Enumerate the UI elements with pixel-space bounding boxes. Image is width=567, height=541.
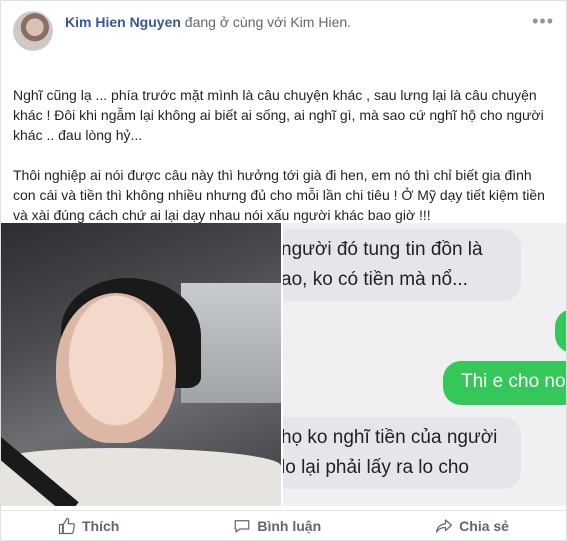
like-button[interactable]: Thích [58, 517, 119, 535]
post-paragraph-1: Nghĩ cũng lạ ... phía trước mặt mình là … [13, 87, 544, 143]
chat-text: họ ko nghĩ tiền của người [283, 427, 498, 448]
post-header: Kim Hien Nguyen đang ở cùng với Kim Hien… [13, 11, 554, 55]
chat-text: ao, ko có tiền mà nổ... [283, 269, 468, 290]
post-paragraph-2: Thôi nghiệp ai nói được câu này thì hưởn… [13, 167, 545, 223]
chat-bubble-incoming-1: người đó tung tin đồn là ao, ko có tiền … [283, 229, 521, 301]
like-label: Thích [82, 518, 120, 534]
comment-label: Bình luận [257, 518, 322, 534]
author-line: Kim Hien Nguyen đang ở cùng với Kim Hien… [65, 14, 351, 30]
chat-bubble-incoming-2: họ ko nghĩ tiền của người lo lại phải lấ… [283, 417, 521, 489]
share-icon [436, 519, 453, 533]
share-button[interactable]: Chia sẻ [435, 517, 509, 535]
chat-text: lo lại phải lấy ra lo cho [283, 457, 469, 478]
comment-button[interactable]: Bình luận [233, 517, 321, 535]
tagged-name[interactable]: Kim Hien. [290, 14, 351, 30]
chat-text: Thi e cho no [461, 371, 566, 392]
thumbs-up-icon [58, 517, 75, 535]
comment-icon [235, 520, 250, 533]
post-actions-bar: Thích Bình luận Chia sẻ [1, 510, 566, 540]
selfie-photo[interactable] [1, 223, 281, 506]
chat-bubble-outgoing-2: Thi e cho no [443, 361, 566, 405]
post-card: Kim Hien Nguyen đang ở cùng với Kim Hien… [0, 0, 567, 541]
post-body: Nghĩ cũng lạ ... phía trước mặt mình là … [13, 65, 553, 245]
share-label: Chia sẻ [459, 518, 509, 534]
face-shape [56, 293, 176, 443]
avatar[interactable] [13, 11, 53, 51]
with-text: đang ở cùng với [184, 14, 287, 30]
author-name[interactable]: Kim Hien Nguyen [65, 14, 181, 30]
post-media: người đó tung tin đồn là ao, ko có tiền … [1, 223, 566, 506]
chat-text: người đó tung tin đồn là [283, 239, 483, 260]
more-options-icon[interactable]: ••• [532, 11, 554, 32]
chat-screenshot[interactable]: người đó tung tin đồn là ao, ko có tiền … [283, 223, 566, 506]
chat-bubble-outgoing-1 [555, 309, 566, 353]
